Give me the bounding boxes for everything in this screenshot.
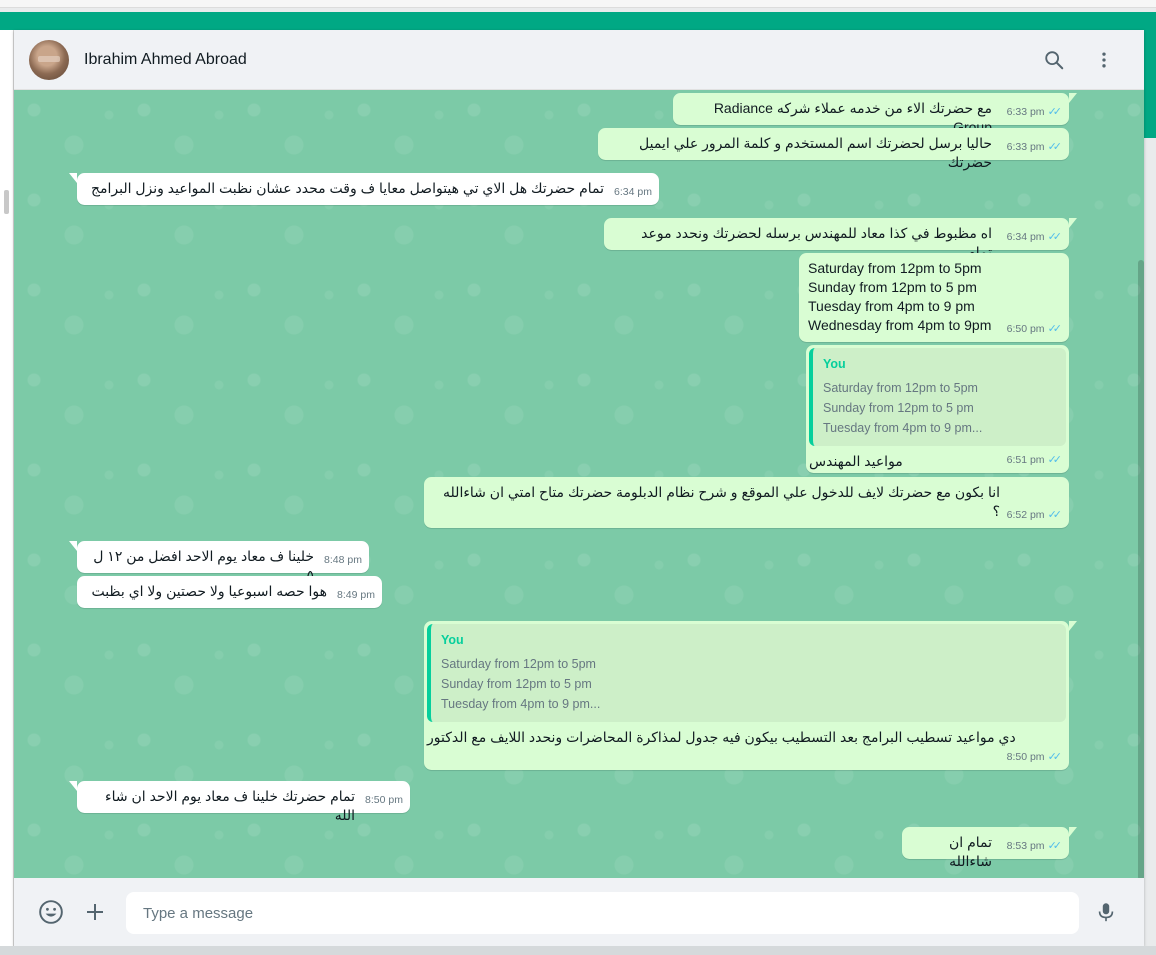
conversation-scrollbar[interactable]	[1138, 260, 1144, 878]
double-check-icon: ✓✓	[1047, 231, 1063, 243]
double-check-icon: ✓✓	[1047, 323, 1063, 335]
message-bubble-outgoing-reply[interactable]: You Saturday from 12pm to 5pm Sunday fro…	[424, 621, 1077, 770]
conversation-panel[interactable]: مع حضرتك الاء من خدمه عملاء شركه Radianc…	[14, 90, 1144, 878]
kebab-menu-icon	[1102, 52, 1106, 67]
message-text: انا بكون مع حضرتك لايف للدخول علي الموقع…	[443, 484, 1000, 519]
message-meta: 6:33 pm ✓✓	[1006, 138, 1063, 157]
quote-author: You	[823, 357, 846, 371]
message-meta: 6:50 pm ✓✓	[1006, 320, 1063, 339]
chat-window: Ibrahim Ahmed Abroad مع حضرتك الاء من خد…	[14, 30, 1144, 946]
message-meta: 6:51 pm ✓✓	[1006, 451, 1063, 470]
quote-line: Sunday from 12pm to 5 pm	[441, 677, 592, 691]
left-panel-edge	[0, 30, 14, 946]
message-time: 8:49 pm	[337, 589, 375, 601]
composer-bar	[14, 878, 1144, 946]
message-text: تمام حضرتك خلينا ف معاد يوم الاحد ان شاء…	[105, 788, 355, 823]
message-bubble-outgoing[interactable]: حاليا برسل لحضرتك اسم المستخدم و كلمة ال…	[598, 128, 1069, 170]
message-time: 8:48 pm	[324, 554, 362, 566]
quote-line: Saturday from 12pm to 5pm	[823, 381, 978, 395]
message-time: 6:34 pm	[614, 186, 652, 198]
message-time: 8:50 pm	[365, 794, 403, 806]
search-button[interactable]	[1034, 40, 1074, 80]
double-check-icon: ✓✓	[1047, 840, 1063, 852]
double-check-icon: ✓✓	[1047, 141, 1063, 153]
message-bubble-outgoing-reply[interactable]: You Saturday from 12pm to 5pm Sunday fro…	[806, 345, 1069, 473]
message-meta: 8:48 pm	[324, 551, 362, 570]
message-meta: 8:49 pm	[337, 586, 375, 605]
emoji-icon	[39, 900, 63, 924]
message-input[interactable]	[126, 892, 1079, 934]
contact-avatar[interactable]	[29, 39, 69, 80]
double-check-icon: ✓✓	[1047, 509, 1063, 521]
header-actions	[1024, 40, 1124, 80]
message-meta: 8:50 pm	[365, 791, 403, 810]
double-check-icon: ✓✓	[1047, 106, 1063, 118]
message-bubble-incoming[interactable]: تمام حضرتك خلينا ف معاد يوم الاحد ان شاء…	[69, 781, 410, 823]
plus-icon	[87, 904, 103, 920]
message-time: 6:50 pm	[1006, 323, 1045, 335]
double-check-icon: ✓✓	[1047, 454, 1063, 466]
quote-line: Saturday from 12pm to 5pm	[441, 657, 596, 671]
message-text: دي مواعيد تسطيب البرامج بعد التسطيب بيكو…	[427, 729, 1016, 745]
message-bubble-outgoing[interactable]: اه مظبوط في كذا معاد للمهندس برسله لحضرت…	[604, 218, 1077, 260]
message-time: 8:53 pm	[1006, 840, 1045, 852]
quoted-message[interactable]: You Saturday from 12pm to 5pm Sunday fro…	[427, 624, 1066, 722]
search-icon	[1045, 50, 1064, 69]
contact-name[interactable]: Ibrahim Ahmed Abroad	[84, 51, 247, 69]
emoji-button[interactable]	[31, 892, 71, 932]
message-bubble-incoming[interactable]: هوا حصه اسبوعيا ولا حصتين ولا اي بظبت 8:…	[77, 576, 382, 608]
message-meta: 6:52 pm ✓✓	[1006, 506, 1063, 525]
message-meta: 6:34 pm ✓✓	[1006, 228, 1063, 247]
double-check-icon: ✓✓	[1047, 751, 1063, 763]
message-bubble-outgoing[interactable]: مع حضرتك الاء من خدمه عملاء شركه Radianc…	[673, 93, 1077, 135]
message-text: هوا حصه اسبوعيا ولا حصتين ولا اي بظبت	[91, 583, 327, 599]
quote-line: Sunday from 12pm to 5 pm	[823, 401, 974, 415]
message-text: حاليا برسل لحضرتك اسم المستخدم و كلمة ال…	[639, 135, 992, 170]
chat-header: Ibrahim Ahmed Abroad	[14, 30, 1144, 90]
message-time: 6:52 pm	[1006, 509, 1045, 521]
browser-top-strip	[0, 0, 1156, 8]
menu-button[interactable]	[1084, 40, 1124, 80]
message-time: 6:33 pm	[1006, 106, 1045, 118]
message-bubble-incoming[interactable]: خلينا ف معاد يوم الاحد افضل من ١٢ ل ٥ 8:…	[69, 541, 369, 583]
message-meta: 6:34 pm	[614, 183, 652, 202]
left-panel-scroll-thumb[interactable]	[4, 190, 9, 214]
message-meta: 8:50 pm ✓✓	[1006, 748, 1063, 767]
message-bubble-outgoing[interactable]: انا بكون مع حضرتك لايف للدخول علي الموقع…	[424, 477, 1069, 528]
message-time: 6:51 pm	[1006, 454, 1045, 466]
voice-message-button[interactable]	[1086, 892, 1126, 932]
message-time: 6:33 pm	[1006, 141, 1045, 153]
message-bubble-incoming[interactable]: تمام حضرتك هل الاي تي هيتواصل معايا ف وق…	[69, 173, 659, 205]
quote-author: You	[441, 633, 464, 647]
message-time: 8:50 pm	[1006, 751, 1045, 763]
microphone-icon	[1098, 903, 1114, 922]
message-time: 6:34 pm	[1006, 231, 1045, 243]
attach-button[interactable]	[75, 892, 115, 932]
message-bubble-outgoing[interactable]: Saturday from 12pm to 5pm Sunday from 12…	[799, 253, 1069, 342]
message-text: تمام حضرتك هل الاي تي هيتواصل معايا ف وق…	[90, 180, 604, 196]
message-meta: 6:33 pm ✓✓	[1006, 103, 1063, 122]
quoted-message[interactable]: You Saturday from 12pm to 5pm Sunday fro…	[809, 348, 1066, 446]
message-meta: 8:53 pm ✓✓	[1006, 837, 1063, 856]
quote-line: Tuesday from 4pm to 9 pm...	[441, 697, 601, 711]
window-bottom-strip	[0, 946, 1156, 955]
quote-line: Tuesday from 4pm to 9 pm...	[823, 421, 983, 435]
message-input-box	[126, 892, 1079, 934]
message-bubble-outgoing[interactable]: تمام ان شاءالله 8:53 pm ✓✓	[902, 827, 1077, 869]
